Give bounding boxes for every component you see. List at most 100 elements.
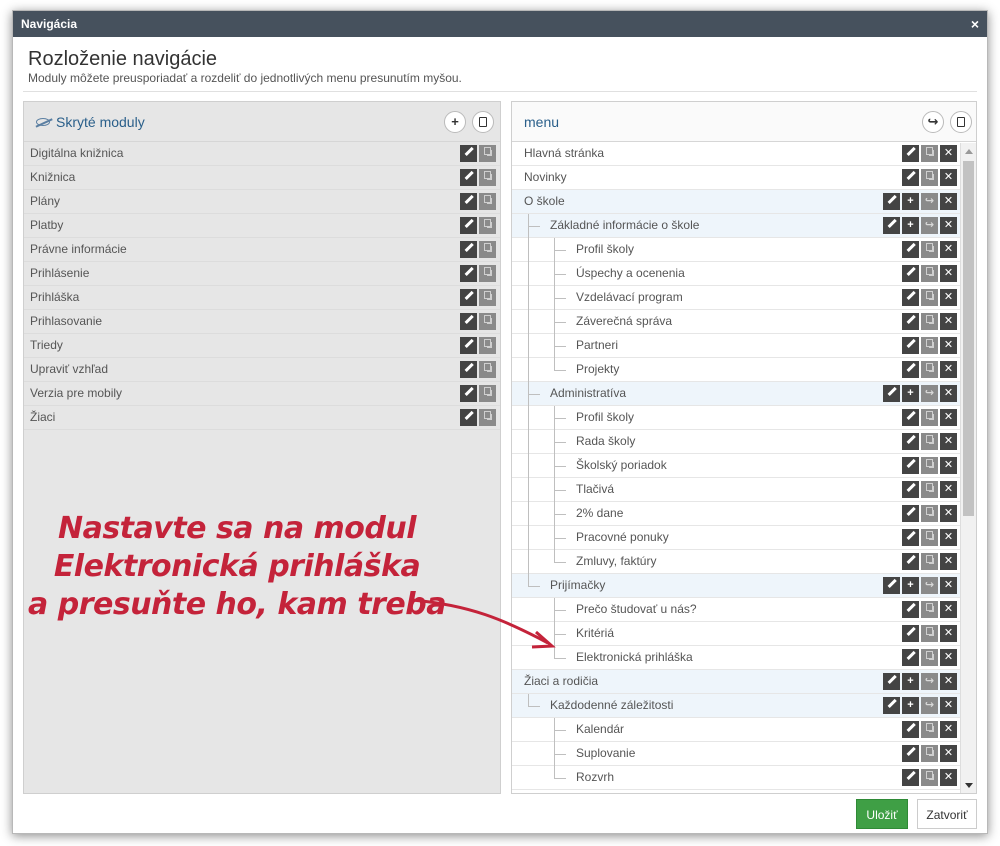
copy-button[interactable] bbox=[479, 289, 496, 306]
delete-button[interactable]: ✕ bbox=[940, 289, 957, 306]
edit-button[interactable] bbox=[460, 361, 477, 378]
edit-button[interactable] bbox=[902, 241, 919, 258]
edit-button[interactable] bbox=[460, 265, 477, 282]
menu-item[interactable]: Prečo študovať u nás? ✕ bbox=[512, 598, 961, 622]
copy-button[interactable] bbox=[921, 313, 938, 330]
edit-button[interactable] bbox=[902, 745, 919, 762]
delete-button[interactable]: ✕ bbox=[940, 769, 957, 786]
menu-item[interactable]: Vzdelávací program ✕ bbox=[512, 286, 961, 310]
delete-button[interactable]: ✕ bbox=[940, 529, 957, 546]
add-child-button[interactable]: + bbox=[902, 673, 919, 690]
copy-button[interactable] bbox=[921, 481, 938, 498]
edit-button[interactable] bbox=[902, 457, 919, 474]
add-child-button[interactable]: + bbox=[902, 217, 919, 234]
copy-button[interactable] bbox=[479, 193, 496, 210]
copy-button[interactable] bbox=[479, 217, 496, 234]
delete-button[interactable]: ✕ bbox=[940, 241, 957, 258]
edit-button[interactable] bbox=[902, 361, 919, 378]
delete-button[interactable]: ✕ bbox=[940, 169, 957, 186]
hidden-module-item[interactable]: Verzia pre mobily bbox=[24, 382, 500, 406]
menu-item[interactable]: Administratíva + ↪ ✕ bbox=[512, 382, 961, 406]
edit-button[interactable] bbox=[902, 481, 919, 498]
menu-item[interactable]: Záverečná správa ✕ bbox=[512, 310, 961, 334]
copy-button[interactable] bbox=[479, 385, 496, 402]
delete-button[interactable]: ✕ bbox=[940, 625, 957, 642]
link-button[interactable]: ↪ bbox=[921, 217, 938, 234]
edit-button[interactable] bbox=[460, 241, 477, 258]
copy-button[interactable] bbox=[921, 457, 938, 474]
delete-button[interactable]: ✕ bbox=[940, 601, 957, 618]
save-button[interactable]: Uložiť bbox=[856, 799, 908, 829]
edit-button[interactable] bbox=[902, 409, 919, 426]
hidden-module-item[interactable]: Prihlasovanie bbox=[24, 310, 500, 334]
copy-button[interactable] bbox=[921, 745, 938, 762]
delete-button[interactable]: ✕ bbox=[940, 577, 957, 594]
hidden-module-item[interactable]: Triedy bbox=[24, 334, 500, 358]
delete-button[interactable]: ✕ bbox=[940, 697, 957, 714]
link-button[interactable]: ↪ bbox=[921, 385, 938, 402]
link-button[interactable]: ↪ bbox=[922, 111, 944, 133]
edit-button[interactable] bbox=[460, 193, 477, 210]
new-page-button[interactable] bbox=[472, 111, 494, 133]
edit-button[interactable] bbox=[902, 553, 919, 570]
hidden-module-item[interactable]: Prihlásenie bbox=[24, 262, 500, 286]
edit-button[interactable] bbox=[902, 145, 919, 162]
hidden-module-item[interactable]: Právne informácie bbox=[24, 238, 500, 262]
edit-button[interactable] bbox=[460, 169, 477, 186]
copy-button[interactable] bbox=[921, 769, 938, 786]
menu-item[interactable]: Suplovanie ✕ bbox=[512, 742, 961, 766]
link-button[interactable]: ↪ bbox=[921, 193, 938, 210]
menu-item[interactable]: Hlavná stránka ✕ bbox=[512, 142, 961, 166]
delete-button[interactable]: ✕ bbox=[940, 193, 957, 210]
menu-item[interactable]: Rozvrh ✕ bbox=[512, 766, 961, 790]
copy-button[interactable] bbox=[921, 721, 938, 738]
edit-button[interactable] bbox=[902, 433, 919, 450]
edit-button[interactable] bbox=[902, 313, 919, 330]
copy-button[interactable] bbox=[921, 169, 938, 186]
menu-item[interactable]: Rada školy ✕ bbox=[512, 430, 961, 454]
delete-button[interactable]: ✕ bbox=[940, 673, 957, 690]
menu-item[interactable]: O škole + ↪ ✕ bbox=[512, 190, 961, 214]
delete-button[interactable]: ✕ bbox=[940, 145, 957, 162]
close-button[interactable]: Zatvoriť bbox=[917, 799, 977, 829]
edit-button[interactable] bbox=[902, 769, 919, 786]
copy-button[interactable] bbox=[479, 313, 496, 330]
hidden-module-item[interactable]: Knižnica bbox=[24, 166, 500, 190]
delete-button[interactable]: ✕ bbox=[940, 409, 957, 426]
edit-button[interactable] bbox=[883, 577, 900, 594]
copy-button[interactable] bbox=[479, 265, 496, 282]
menu-item[interactable]: Profil školy ✕ bbox=[512, 406, 961, 430]
menu-item[interactable]: Profil školy ✕ bbox=[512, 238, 961, 262]
hidden-module-item[interactable]: Plány bbox=[24, 190, 500, 214]
close-icon[interactable]: × bbox=[971, 11, 979, 37]
menu-item[interactable]: Novinky ✕ bbox=[512, 166, 961, 190]
menu-item[interactable]: Elektronická prihláška ✕ bbox=[512, 646, 961, 670]
edit-button[interactable] bbox=[902, 289, 919, 306]
edit-button[interactable] bbox=[883, 385, 900, 402]
edit-button[interactable] bbox=[883, 673, 900, 690]
menu-item[interactable]: Partneri ✕ bbox=[512, 334, 961, 358]
add-child-button[interactable]: + bbox=[902, 385, 919, 402]
edit-button[interactable] bbox=[902, 169, 919, 186]
edit-button[interactable] bbox=[460, 385, 477, 402]
edit-button[interactable] bbox=[883, 697, 900, 714]
copy-button[interactable] bbox=[479, 337, 496, 354]
edit-button[interactable] bbox=[883, 193, 900, 210]
menu-item[interactable]: Prijímačky + ↪ ✕ bbox=[512, 574, 961, 598]
delete-button[interactable]: ✕ bbox=[940, 481, 957, 498]
copy-button[interactable] bbox=[479, 145, 496, 162]
edit-button[interactable] bbox=[883, 217, 900, 234]
add-child-button[interactable]: + bbox=[902, 193, 919, 210]
copy-button[interactable] bbox=[921, 241, 938, 258]
copy-button[interactable] bbox=[921, 289, 938, 306]
menu-item[interactable]: Kritériá ✕ bbox=[512, 622, 961, 646]
copy-button[interactable] bbox=[921, 625, 938, 642]
copy-button[interactable] bbox=[921, 505, 938, 522]
delete-button[interactable]: ✕ bbox=[940, 745, 957, 762]
edit-button[interactable] bbox=[902, 721, 919, 738]
menu-item[interactable]: Zmluvy, faktúry ✕ bbox=[512, 550, 961, 574]
hidden-module-item[interactable]: Prihláška bbox=[24, 286, 500, 310]
hidden-module-item[interactable]: Žiaci bbox=[24, 406, 500, 430]
edit-button[interactable] bbox=[902, 337, 919, 354]
edit-button[interactable] bbox=[902, 625, 919, 642]
